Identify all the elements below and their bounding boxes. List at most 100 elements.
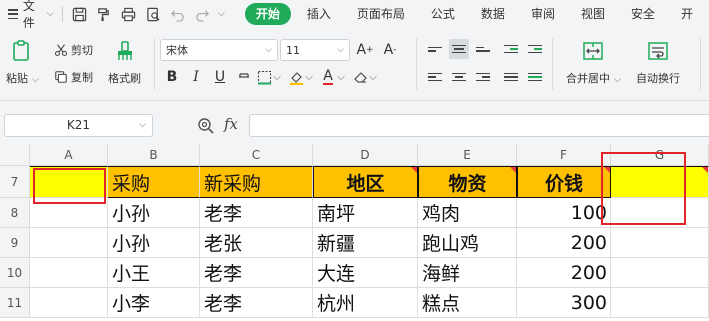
font-size-select[interactable]: 11 ⌵ <box>280 39 350 61</box>
decrease-font-icon[interactable]: A- <box>380 40 400 60</box>
strikethrough-icon[interactable] <box>234 67 254 87</box>
save-icon[interactable] <box>70 4 88 24</box>
tab-developer[interactable]: 开 <box>671 3 703 25</box>
cell-g9[interactable] <box>611 228 709 258</box>
tab-review[interactable]: 审阅 <box>521 3 565 25</box>
cell-d9[interactable]: 新疆 <box>313 228 418 258</box>
cell-e11[interactable]: 糕点 <box>418 288 517 318</box>
tab-view[interactable]: 视图 <box>571 3 615 25</box>
cell-f11[interactable]: 300 <box>517 288 611 318</box>
chevron-down-icon[interactable]: ⌵ <box>272 67 282 87</box>
cell-c9[interactable]: 老张 <box>200 228 313 258</box>
column-header-e[interactable]: E <box>418 144 517 166</box>
chevron-down-icon[interactable]: ⌵ <box>304 67 314 87</box>
italic-icon[interactable]: I <box>186 67 206 87</box>
print-icon[interactable] <box>120 4 138 24</box>
print-preview-icon[interactable] <box>144 4 162 24</box>
cell-e7[interactable]: 物资 <box>418 166 517 198</box>
cell-b11[interactable]: 小李 <box>108 288 200 318</box>
cell-b10[interactable]: 小王 <box>108 258 200 288</box>
chevron-down-icon[interactable]: ⌵ <box>336 67 346 87</box>
copy-label: 复制 <box>71 71 93 84</box>
paste-button[interactable]: 粘贴 ⌵ <box>6 38 39 86</box>
copy-button[interactable]: 复制 <box>54 69 93 85</box>
clear-format-icon[interactable] <box>350 67 370 87</box>
row-header-8[interactable]: 8 <box>0 198 30 228</box>
fill-color-icon[interactable] <box>286 67 306 87</box>
column-header-c[interactable]: C <box>200 144 313 166</box>
merge-center-button[interactable]: 合并居中 ⌵ <box>566 38 621 86</box>
decrease-indent-icon[interactable] <box>501 39 521 59</box>
name-box[interactable]: K21 ⌵ <box>4 114 153 137</box>
tab-security[interactable]: 安全 <box>621 3 665 25</box>
cell-g11[interactable] <box>611 288 709 318</box>
column-header-d[interactable]: D <box>313 144 418 166</box>
tab-data[interactable]: 数据 <box>471 3 515 25</box>
column-header-a[interactable]: A <box>30 144 108 166</box>
cell-b8[interactable]: 小孙 <box>108 198 200 228</box>
cell-b7[interactable]: 采购 <box>108 166 200 198</box>
cell-a10[interactable] <box>30 258 108 288</box>
select-all-corner[interactable] <box>0 144 30 166</box>
column-header-b[interactable]: B <box>108 144 200 166</box>
redo-icon[interactable] <box>193 4 211 24</box>
align-right-icon[interactable] <box>473 67 493 87</box>
cell-f7[interactable]: 价钱 <box>517 166 611 198</box>
zoom-icon[interactable] <box>197 117 215 135</box>
row-header-9[interactable]: 9 <box>0 228 30 258</box>
cell-e10[interactable]: 海鲜 <box>418 258 517 288</box>
chevron-down-icon: ⌵ <box>337 45 344 55</box>
cell-g10[interactable] <box>611 258 709 288</box>
cell-d11[interactable]: 杭州 <box>313 288 418 318</box>
align-top-icon[interactable] <box>425 39 445 59</box>
cell-d7[interactable]: 地区 <box>313 166 418 198</box>
chevron-down-icon[interactable]: ⌵ <box>368 67 378 87</box>
tab-formulas[interactable]: 公式 <box>421 3 465 25</box>
cell-f10[interactable]: 200 <box>517 258 611 288</box>
cell-c11[interactable]: 老李 <box>200 288 313 318</box>
font-name-select[interactable]: 宋体 ⌵ <box>160 39 278 61</box>
file-menu[interactable]: 文件 ⌵ <box>8 0 54 30</box>
cell-c8[interactable]: 老李 <box>200 198 313 228</box>
font-color-icon[interactable]: A <box>318 67 338 87</box>
align-bottom-icon[interactable] <box>473 39 493 59</box>
undo-icon[interactable] <box>169 4 187 24</box>
distribute-icon[interactable] <box>525 67 545 87</box>
file-menu-label: 文件 <box>22 0 35 30</box>
tab-insert[interactable]: 插入 <box>297 3 341 25</box>
cell-c7[interactable]: 新采购 <box>200 166 313 198</box>
wrap-text-button[interactable]: 自动换行 <box>636 38 680 86</box>
align-middle-icon[interactable] <box>449 39 469 59</box>
function-icon[interactable]: fx <box>224 115 238 133</box>
cell-d10[interactable]: 大连 <box>313 258 418 288</box>
cell-e9[interactable]: 跑山鸡 <box>418 228 517 258</box>
increase-font-icon[interactable]: A + <box>355 40 375 60</box>
row-header-10[interactable]: 10 <box>0 258 30 288</box>
align-left-icon[interactable] <box>425 67 445 87</box>
formula-input[interactable] <box>249 114 709 137</box>
cut-button[interactable]: 剪切 <box>54 42 93 58</box>
format-painter-button[interactable]: 格式刷 <box>108 38 141 86</box>
cell-f9[interactable]: 200 <box>517 228 611 258</box>
cell-d8[interactable]: 南坪 <box>313 198 418 228</box>
justify-icon[interactable] <box>501 67 521 87</box>
tab-home[interactable]: 开始 <box>244 3 291 25</box>
align-center-icon[interactable] <box>449 67 469 87</box>
format-painter-icon[interactable] <box>95 4 113 24</box>
cell-b9[interactable]: 小孙 <box>108 228 200 258</box>
column-header-f[interactable]: F <box>517 144 611 166</box>
bold-icon[interactable]: B <box>162 67 182 87</box>
underline-icon[interactable]: U <box>210 67 230 87</box>
chevron-down-icon: ⌵ <box>32 75 39 85</box>
borders-icon[interactable] <box>254 67 274 87</box>
quick-access-chevron-icon[interactable]: ⌵ <box>218 9 225 19</box>
cell-a9[interactable] <box>30 228 108 258</box>
cell-a11[interactable] <box>30 288 108 318</box>
row-header-7[interactable]: 7 <box>0 166 30 198</box>
increase-indent-icon[interactable] <box>525 39 545 59</box>
cell-f8[interactable]: 100 <box>517 198 611 228</box>
cell-e8[interactable]: 鸡肉 <box>418 198 517 228</box>
row-header-11[interactable]: 11 <box>0 288 30 318</box>
tab-page-layout[interactable]: 页面布局 <box>347 3 415 25</box>
cell-c10[interactable]: 老李 <box>200 258 313 288</box>
